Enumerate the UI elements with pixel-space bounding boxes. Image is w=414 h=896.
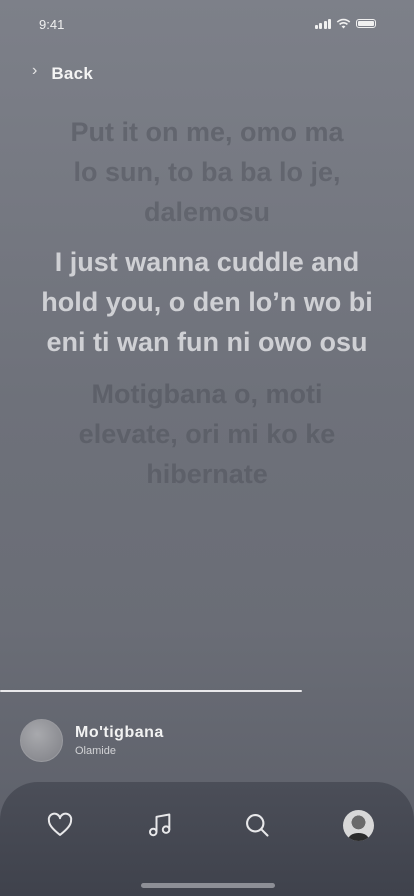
chevron-right-icon: › — [32, 62, 38, 79]
lyrics-panel: Put it on me, omo ma lo sun, to ba ba lo… — [0, 112, 414, 494]
back-label: Back — [51, 64, 94, 83]
heart-icon — [47, 812, 73, 836]
tab-favorites[interactable] — [43, 808, 77, 842]
progress-fill — [0, 690, 303, 692]
battery-icon — [356, 19, 376, 28]
wifi-icon — [336, 18, 351, 29]
back-button[interactable]: › Back — [32, 62, 94, 84]
search-icon — [246, 814, 269, 837]
album-art — [20, 719, 63, 762]
tab-profile[interactable] — [341, 808, 375, 842]
home-indicator — [141, 883, 275, 888]
lyric-current: I just wanna cuddle and hold you, o den … — [41, 247, 373, 357]
tab-music[interactable] — [143, 808, 177, 842]
lyric-next: Motigbana o, moti elevate, ori mi ko ke … — [78, 379, 336, 489]
profile-avatar — [342, 809, 374, 841]
track-info: Mo'tigbana Olamide — [75, 724, 164, 757]
status-bar: 9:41 — [0, 0, 414, 48]
tab-search[interactable] — [240, 808, 274, 842]
now-playing[interactable]: Mo'tigbana Olamide — [20, 719, 164, 762]
tab-bar — [0, 782, 414, 896]
status-time: 9:41 — [39, 17, 65, 32]
lyric-previous: Put it on me, omo ma lo sun, to ba ba lo… — [70, 117, 344, 227]
track-title: Mo'tigbana — [75, 724, 164, 741]
music-note-icon — [148, 813, 171, 837]
status-icons — [314, 18, 376, 29]
track-artist: Olamide — [75, 745, 116, 757]
progress-bar[interactable] — [0, 690, 414, 692]
signal-icon — [314, 18, 331, 29]
